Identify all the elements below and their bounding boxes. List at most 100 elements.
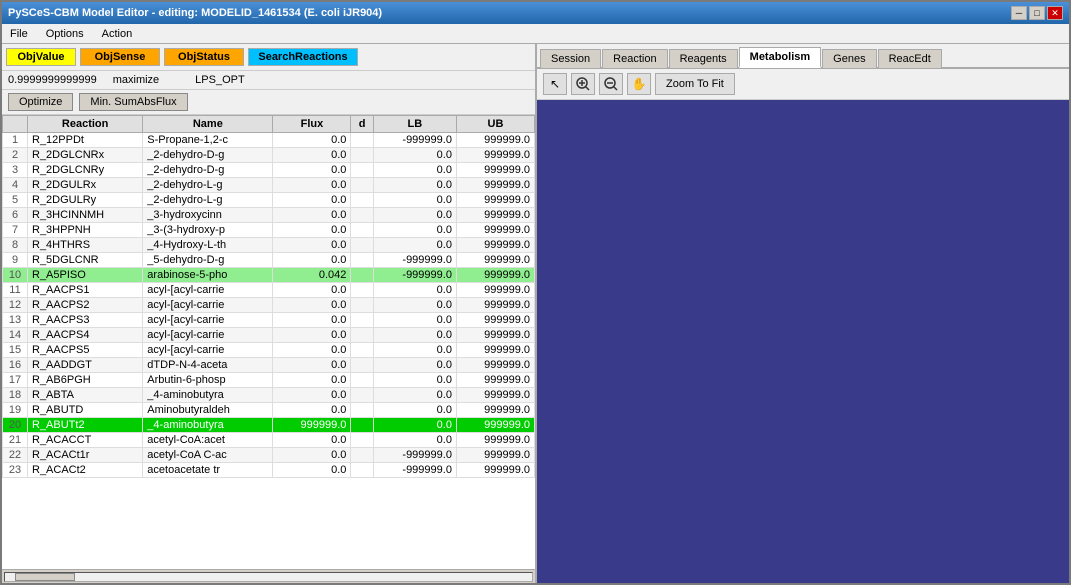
row-idx: 7 [3,223,28,238]
row-idx: 14 [3,328,28,343]
table-row[interactable]: 23 R_ACACt2 acetoacetate tr 0.0 -999999.… [3,463,535,478]
row-lb: 0.0 [373,298,456,313]
table-row[interactable]: 15 R_AACPS5 acyl-[acyl-carrie 0.0 0.0 99… [3,343,535,358]
toolbar-row3: Optimize Min. SumAbsFlux [2,90,535,115]
table-row[interactable]: 11 R_AACPS1 acyl-[acyl-carrie 0.0 0.0 99… [3,283,535,298]
row-idx: 2 [3,148,28,163]
menu-file[interactable]: File [6,27,32,41]
row-lb: 0.0 [373,403,456,418]
flux-table-container[interactable]: Reaction Name Flux d LB UB 1 R_12PPDt S-… [2,115,535,569]
objsense-button[interactable]: ObjSense [80,48,160,66]
right-panel: Session Reaction Reagents Metabolism Gen… [537,44,1069,583]
row-d [351,283,373,298]
menu-action[interactable]: Action [98,27,137,41]
minsum-button[interactable]: Min. SumAbsFlux [79,93,187,111]
row-flux: 0.0 [273,403,351,418]
tab-session[interactable]: Session [540,49,601,68]
toolbar-row2: 0.9999999999999 maximize LPS_OPT [2,71,535,90]
table-row[interactable]: 20 R_ABUTt2 _4-aminobutyra 999999.0 0.0 … [3,418,535,433]
table-row[interactable]: 18 R_ABTA _4-aminobutyra 0.0 0.0 999999.… [3,388,535,403]
row-d [351,388,373,403]
table-row[interactable]: 10 R_A5PISO arabinose-5-pho 0.042 -99999… [3,268,535,283]
row-reaction: R_A5PISO [28,268,143,283]
table-row[interactable]: 16 R_AADDGT dTDP-N-4-aceta 0.0 0.0 99999… [3,358,535,373]
row-idx: 6 [3,208,28,223]
row-name: Arbutin-6-phosp [143,373,273,388]
tab-metabolism[interactable]: Metabolism [739,47,822,68]
zoom-to-fit-button[interactable]: Zoom To Fit [655,73,735,95]
row-idx: 15 [3,343,28,358]
row-d [351,163,373,178]
tab-reacedt[interactable]: ReacEdt [878,49,942,68]
row-d [351,268,373,283]
row-reaction: R_3HCINNMH [28,208,143,223]
row-name: S-Propane-1,2-c [143,133,273,148]
row-flux: 0.0 [273,133,351,148]
table-row[interactable]: 17 R_AB6PGH Arbutin-6-phosp 0.0 0.0 9999… [3,373,535,388]
hscroll-track[interactable] [4,572,533,582]
row-lb: 0.0 [373,313,456,328]
minimize-button[interactable]: ─ [1011,6,1027,20]
zoom-out-button[interactable] [599,73,623,95]
optimize-button[interactable]: Optimize [8,93,73,111]
row-name: Aminobutyraldeh [143,403,273,418]
table-row[interactable]: 12 R_AACPS2 acyl-[acyl-carrie 0.0 0.0 99… [3,298,535,313]
tabs-bar: Session Reaction Reagents Metabolism Gen… [537,44,1069,69]
table-row[interactable]: 9 R_5DGLCNR _5-dehydro-D-g 0.0 -999999.0… [3,253,535,268]
row-ub: 999999.0 [456,133,534,148]
row-name: _2-dehydro-L-g [143,178,273,193]
metabolism-canvas[interactable]: M_h_cM_nadph_cM_2dhguln_cR_2DGULRyM_idon… [537,100,1069,583]
row-lb: 0.0 [373,193,456,208]
row-lb: 0.0 [373,238,456,253]
row-d [351,223,373,238]
menu-options[interactable]: Options [42,27,88,41]
row-idx: 17 [3,373,28,388]
row-d [351,433,373,448]
col-header-name: Name [143,116,273,133]
row-ub: 999999.0 [456,373,534,388]
objstatus-button[interactable]: ObjStatus [164,48,244,66]
horizontal-scrollbar[interactable] [2,569,535,583]
table-row[interactable]: 14 R_AACPS4 acyl-[acyl-carrie 0.0 0.0 99… [3,328,535,343]
table-row[interactable]: 8 R_4HTHRS _4-Hydroxy-L-th 0.0 0.0 99999… [3,238,535,253]
tab-genes[interactable]: Genes [822,49,876,68]
table-row[interactable]: 4 R_2DGULRx _2-dehydro-L-g 0.0 0.0 99999… [3,178,535,193]
row-flux: 0.0 [273,223,351,238]
searchreactions-button[interactable]: SearchReactions [248,48,358,66]
table-row[interactable]: 3 R_2DGLCNRy _2-dehydro-D-g 0.0 0.0 9999… [3,163,535,178]
row-lb: -999999.0 [373,448,456,463]
row-name: _4-aminobutyra [143,388,273,403]
table-row[interactable]: 2 R_2DGLCNRx _2-dehydro-D-g 0.0 0.0 9999… [3,148,535,163]
row-lb: 0.0 [373,223,456,238]
maximize-label: maximize [113,74,159,86]
row-reaction: R_ACACt2 [28,463,143,478]
col-header-reaction: Reaction [28,116,143,133]
objvalue-button[interactable]: ObjValue [6,48,76,66]
row-reaction: R_2DGLCNRy [28,163,143,178]
row-lb: 0.0 [373,343,456,358]
col-header-lb: LB [373,116,456,133]
table-row[interactable]: 7 R_3HPPNH _3-(3-hydroxy-p 0.0 0.0 99999… [3,223,535,238]
row-flux: 0.042 [273,268,351,283]
tab-reagents[interactable]: Reagents [669,49,738,68]
tab-reaction[interactable]: Reaction [602,49,667,68]
hscroll-thumb[interactable] [15,573,75,581]
table-row[interactable]: 19 R_ABUTD Aminobutyraldeh 0.0 0.0 99999… [3,403,535,418]
close-button[interactable]: ✕ [1047,6,1063,20]
row-idx: 21 [3,433,28,448]
row-lb: 0.0 [373,208,456,223]
table-row[interactable]: 22 R_ACACt1r acetyl-CoA C-ac 0.0 -999999… [3,448,535,463]
cursor-tool-button[interactable]: ↖ [543,73,567,95]
table-row[interactable]: 1 R_12PPDt S-Propane-1,2-c 0.0 -999999.0… [3,133,535,148]
row-flux: 0.0 [273,238,351,253]
table-row[interactable]: 6 R_3HCINNMH _3-hydroxycinn 0.0 0.0 9999… [3,208,535,223]
row-d [351,343,373,358]
pan-tool-button[interactable]: ✋ [627,73,651,95]
table-row[interactable]: 21 R_ACACCT acetyl-CoA:acet 0.0 0.0 9999… [3,433,535,448]
zoom-in-button[interactable] [571,73,595,95]
row-idx: 5 [3,193,28,208]
table-row[interactable]: 5 R_2DGULRy _2-dehydro-L-g 0.0 0.0 99999… [3,193,535,208]
maximize-button[interactable]: □ [1029,6,1045,20]
row-name: acyl-[acyl-carrie [143,283,273,298]
table-row[interactable]: 13 R_AACPS3 acyl-[acyl-carrie 0.0 0.0 99… [3,313,535,328]
